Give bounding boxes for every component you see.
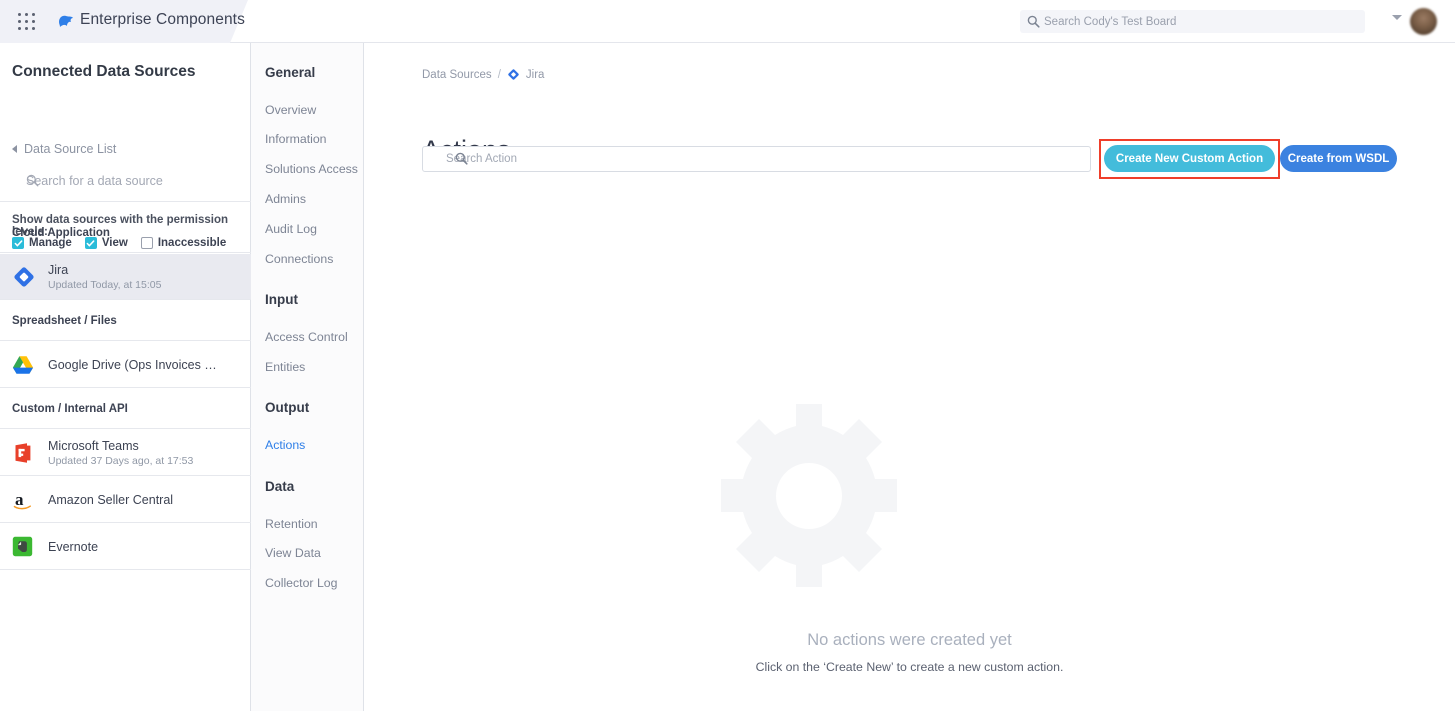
nav-link-view-data[interactable]: View Data bbox=[265, 546, 321, 560]
global-search-placeholder: Search Cody's Test Board bbox=[1044, 16, 1176, 28]
top-header-bar: Enterprise Components Search Cody's Test… bbox=[0, 0, 1455, 43]
data-source-item-evernote[interactable]: Evernote bbox=[0, 524, 251, 570]
breadcrumb-current: Jira bbox=[526, 69, 545, 81]
group-header-cloud-application: Cloud Application bbox=[0, 213, 251, 253]
nav-section-data: Data bbox=[265, 479, 294, 494]
group-header-spreadsheet-files: Spreadsheet / Files bbox=[0, 301, 251, 341]
data-source-subtitle: Updated Today, at 15:05 bbox=[48, 279, 161, 291]
google-drive-icon bbox=[12, 353, 36, 377]
nav-link-solutions-access[interactable]: Solutions Access bbox=[265, 162, 358, 176]
breadcrumb: Data Sources / Jira bbox=[422, 68, 544, 81]
sidebar-search-input[interactable]: Search for a data source bbox=[12, 171, 237, 191]
search-icon bbox=[26, 174, 39, 190]
global-search-input[interactable]: Search Cody's Test Board bbox=[1020, 10, 1365, 33]
gear-icon bbox=[709, 398, 909, 598]
sidebar-divider bbox=[0, 201, 251, 202]
empty-state-description: Click on the ‘Create New’ to create a ne… bbox=[364, 660, 1455, 674]
data-source-name: Amazon Seller Central bbox=[48, 493, 173, 507]
connected-data-sources-sidebar: Connected Data Sources Data Source List … bbox=[0, 43, 251, 711]
brand-diamond-icon bbox=[56, 13, 74, 30]
nav-link-information[interactable]: Information bbox=[265, 132, 327, 146]
breadcrumb-data-sources[interactable]: Data Sources bbox=[422, 69, 492, 81]
microsoft-teams-icon bbox=[12, 441, 36, 465]
brand-title: Enterprise Components bbox=[80, 11, 245, 29]
main-content-area: Data Sources / Jira Actions Search Actio… bbox=[364, 43, 1455, 711]
data-source-name: Microsoft Teams bbox=[48, 439, 193, 453]
nav-link-entities[interactable]: Entities bbox=[265, 360, 305, 374]
create-new-custom-action-button[interactable]: Create New Custom Action bbox=[1104, 145, 1275, 172]
search-icon bbox=[1027, 15, 1040, 31]
nav-link-collector-log[interactable]: Collector Log bbox=[265, 576, 337, 590]
nav-link-connections[interactable]: Connections bbox=[265, 252, 333, 266]
nav-link-audit-log[interactable]: Audit Log bbox=[265, 222, 317, 236]
jira-icon bbox=[507, 68, 520, 81]
data-source-name: Google Drive (Ops Invoices … bbox=[48, 358, 217, 372]
user-avatar[interactable] bbox=[1410, 8, 1437, 35]
data-source-name: Evernote bbox=[48, 540, 98, 554]
data-source-subtitle: Updated 37 Days ago, at 17:53 bbox=[48, 455, 193, 467]
triangle-left-icon bbox=[12, 145, 17, 153]
chevron-down-icon[interactable] bbox=[1392, 15, 1402, 20]
nav-link-overview[interactable]: Overview bbox=[265, 103, 316, 117]
data-source-item-amazon-seller-central[interactable]: a Amazon Seller Central bbox=[0, 477, 251, 523]
search-icon bbox=[455, 152, 468, 168]
nav-link-admins[interactable]: Admins bbox=[265, 192, 306, 206]
apps-grid-icon[interactable] bbox=[17, 12, 37, 32]
empty-state-heading: No actions were created yet bbox=[364, 631, 1455, 650]
nav-link-access-control[interactable]: Access Control bbox=[265, 330, 348, 344]
nav-section-output: Output bbox=[265, 400, 309, 415]
create-from-wsdl-button[interactable]: Create from WSDL bbox=[1280, 145, 1397, 172]
sidebar-search-placeholder: Search for a data source bbox=[26, 174, 163, 188]
data-source-item-microsoft-teams[interactable]: Microsoft Teams Updated 37 Days ago, at … bbox=[0, 430, 251, 476]
data-source-name: Jira bbox=[48, 263, 161, 277]
back-label: Data Source List bbox=[24, 142, 116, 156]
svg-text:a: a bbox=[15, 490, 24, 509]
nav-section-general: General bbox=[265, 65, 315, 80]
breadcrumb-separator: / bbox=[498, 69, 501, 81]
settings-nav-column: General Overview Information Solutions A… bbox=[251, 43, 364, 711]
search-action-input[interactable]: Search Action bbox=[422, 146, 1091, 172]
jira-icon bbox=[12, 265, 36, 289]
nav-section-input: Input bbox=[265, 292, 298, 307]
data-source-item-google-drive[interactable]: Google Drive (Ops Invoices … bbox=[0, 342, 251, 388]
group-header-custom-internal-api: Custom / Internal API bbox=[0, 389, 251, 429]
back-to-data-source-list[interactable]: Data Source List bbox=[12, 142, 116, 156]
nav-link-actions[interactable]: Actions bbox=[265, 438, 305, 452]
amazon-icon: a bbox=[12, 488, 36, 512]
data-source-item-jira[interactable]: Jira Updated Today, at 15:05 bbox=[0, 254, 251, 300]
evernote-icon bbox=[12, 535, 36, 559]
nav-link-retention[interactable]: Retention bbox=[265, 517, 318, 531]
sidebar-title: Connected Data Sources bbox=[12, 63, 195, 81]
